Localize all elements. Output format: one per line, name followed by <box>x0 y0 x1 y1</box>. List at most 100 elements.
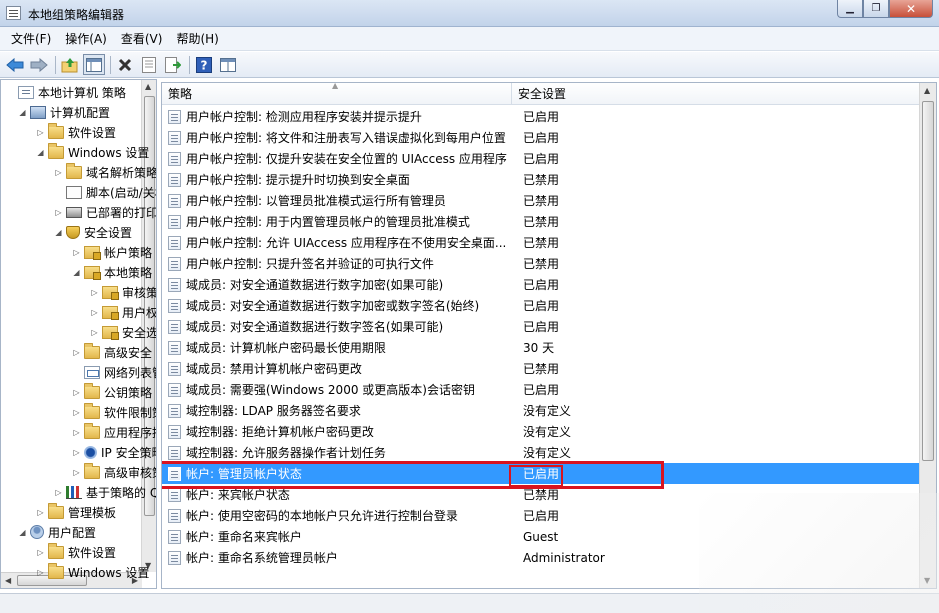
collapsed-arrow-icon[interactable]: ▷ <box>71 448 82 457</box>
policy-name: 用户帐户控制: 仅提升安装在安全位置的 UIAccess 应用程序 <box>186 152 507 166</box>
menu-file[interactable]: 文件(F) <box>4 28 58 49</box>
column-header-security-setting[interactable]: 安全设置 <box>512 83 919 105</box>
console-tree-icon[interactable] <box>83 54 105 75</box>
properties-icon[interactable] <box>138 54 160 75</box>
tree-node[interactable]: ▷ 应用程序控制策略 <box>71 422 156 442</box>
tree-node[interactable]: ▷ 用户权限分配 <box>89 302 156 322</box>
tree-node[interactable]: ▷ 基于策略的 QoS <box>53 482 156 502</box>
policy-row[interactable]: 域成员: 对安全通道数据进行数字加密(如果可能) 已启用 <box>162 274 922 295</box>
list-scroll-thumb[interactable] <box>922 101 934 461</box>
close-button[interactable]: ✕ <box>889 0 933 18</box>
tree-node[interactable]: ◢ 安全设置 <box>53 222 132 242</box>
tree-node[interactable]: ▷ 安全选项 <box>89 322 156 342</box>
expanded-arrow-icon[interactable]: ◢ <box>17 528 28 537</box>
tree-node[interactable]: ◢ 本地策略 <box>71 262 152 282</box>
tree-node[interactable]: 网络列表管理器策略 <box>71 362 156 382</box>
policy-row[interactable]: 域成员: 需要强(Windows 2000 或更高版本)会话密钥 已启用 <box>162 379 922 400</box>
collapsed-arrow-icon[interactable]: ▷ <box>53 488 64 497</box>
policy-row[interactable]: 帐户: 重命名来宾帐户 Guest <box>162 526 922 547</box>
policy-row[interactable]: 帐户: 重命名系统管理员帐户 Administrator <box>162 547 922 568</box>
folder-icon <box>48 142 64 159</box>
policy-row[interactable]: 域控制器: LDAP 服务器签名要求 没有定义 <box>162 400 922 421</box>
scroll-left-arrow-icon[interactable]: ◀ <box>5 576 11 585</box>
policy-row[interactable]: 用户帐户控制: 检测应用程序安装并提示提升 已启用 <box>162 106 922 127</box>
tree-node[interactable]: ▷ 高级安全 Windows 防火墙 <box>71 342 156 362</box>
delete-icon[interactable] <box>114 54 136 75</box>
policy-row[interactable]: 域控制器: 拒绝计算机帐户密码更改 没有定义 <box>162 421 922 442</box>
restore-button[interactable]: ❐ <box>863 0 889 18</box>
scroll-down-arrow-icon[interactable]: ▼ <box>924 576 930 585</box>
folder-icon <box>48 542 64 559</box>
tree-node[interactable]: ▷ 域名解析策略 <box>53 162 156 182</box>
tree-node[interactable]: ▷ 软件设置 <box>35 542 116 562</box>
menu-help[interactable]: 帮助(H) <box>169 28 225 49</box>
tree-node[interactable]: ◢ 用户配置 <box>17 522 96 542</box>
policy-row[interactable]: 帐户: 管理员帐户状态 已启用 <box>162 463 922 484</box>
collapsed-arrow-icon[interactable]: ▷ <box>53 168 64 177</box>
expanded-arrow-icon[interactable]: ◢ <box>17 108 28 117</box>
policy-row[interactable]: 用户帐户控制: 以管理员批准模式运行所有管理员 已禁用 <box>162 190 922 211</box>
tree-node[interactable]: ▷ 公钥策略 <box>71 382 152 402</box>
export-list-icon[interactable] <box>162 54 184 75</box>
policy-row[interactable]: 域控制器: 允许服务器操作者计划任务 没有定义 <box>162 442 922 463</box>
collapsed-arrow-icon[interactable]: ▷ <box>89 288 100 297</box>
expanded-arrow-icon[interactable]: ◢ <box>53 228 64 237</box>
collapsed-arrow-icon[interactable]: ▷ <box>71 408 82 417</box>
policy-row[interactable]: 域成员: 计算机帐户密码最长使用期限 30 天 <box>162 337 922 358</box>
tree-node[interactable]: 脚本(启动/关机) <box>53 182 156 202</box>
tree-node[interactable]: ◢ Windows 设置 <box>35 142 149 162</box>
scroll-up-arrow-icon[interactable]: ▲ <box>145 82 151 91</box>
expanded-arrow-icon[interactable]: ◢ <box>35 148 46 157</box>
tree-node[interactable]: ▷ 高级审核策略配置 <box>71 462 156 482</box>
collapsed-arrow-icon[interactable]: ▷ <box>71 388 82 397</box>
collapsed-arrow-icon[interactable]: ▷ <box>35 548 46 557</box>
expanded-arrow-icon[interactable]: ◢ <box>71 268 82 277</box>
tree-node[interactable]: 本地计算机 策略 <box>5 82 126 102</box>
minimize-button[interactable]: ▁ <box>837 0 863 18</box>
collapsed-arrow-icon[interactable]: ▷ <box>71 468 82 477</box>
menu-action[interactable]: 操作(A) <box>58 28 114 49</box>
policy-row[interactable]: 帐户: 来宾帐户状态 已禁用 <box>162 484 922 505</box>
menu-view[interactable]: 查看(V) <box>114 28 170 49</box>
policy-row[interactable]: 用户帐户控制: 仅提升安装在安全位置的 UIAccess 应用程序 已启用 <box>162 148 922 169</box>
policy-row[interactable]: 用户帐户控制: 提示提升时切换到安全桌面 已禁用 <box>162 169 922 190</box>
policy-row[interactable]: 用户帐户控制: 用于内置管理员帐户的管理员批准模式 已禁用 <box>162 211 922 232</box>
forward-arrow-icon[interactable] <box>28 54 50 75</box>
folder-icon <box>84 342 100 359</box>
extended-view-icon[interactable] <box>217 54 239 75</box>
collapsed-arrow-icon[interactable]: ▷ <box>71 248 82 257</box>
back-arrow-icon[interactable] <box>4 54 26 75</box>
tree-node[interactable]: ▷ 帐户策略 <box>71 242 152 262</box>
tree-node[interactable]: ▷ 审核策略 <box>89 282 156 302</box>
folder-icon <box>84 382 100 399</box>
policy-row[interactable]: 用户帐户控制: 允许 UIAccess 应用程序在不使用安全桌面... 已禁用 <box>162 232 922 253</box>
tree-node[interactable]: ▷ Windows 设置 <box>35 562 149 582</box>
collapsed-arrow-icon[interactable]: ▷ <box>35 568 46 577</box>
policy-row[interactable]: 域成员: 对安全通道数据进行数字加密或数字签名(始终) 已启用 <box>162 295 922 316</box>
collapsed-arrow-icon[interactable]: ▷ <box>53 208 64 217</box>
tree-node[interactable]: ▷ 软件限制策略 <box>71 402 156 422</box>
collapsed-arrow-icon[interactable]: ▷ <box>89 328 100 337</box>
policy-row[interactable]: 帐户: 使用空密码的本地帐户只允许进行控制台登录 已启用 <box>162 505 922 526</box>
policy-name: 域成员: 禁用计算机帐户密码更改 <box>186 362 362 376</box>
policy-row[interactable]: 域成员: 禁用计算机帐户密码更改 已禁用 <box>162 358 922 379</box>
tree-node[interactable]: ▷ 软件设置 <box>35 122 116 142</box>
policy-row[interactable]: 用户帐户控制: 将文件和注册表写入错误虚拟化到每用户位置 已启用 <box>162 127 922 148</box>
help-icon[interactable]: ? <box>193 54 215 75</box>
tree-node[interactable]: ▷ 已部署的打印机 <box>53 202 156 222</box>
collapsed-arrow-icon[interactable]: ▷ <box>71 348 82 357</box>
tree-node[interactable]: ▷ IP 安全策略 <box>71 442 156 462</box>
column-header-policy[interactable]: 策略 ▲ <box>162 83 512 105</box>
tree-node[interactable]: ▷ 管理模板 <box>35 502 116 522</box>
list-vertical-scrollbar[interactable]: ▲ ▼ <box>919 83 936 588</box>
collapsed-arrow-icon[interactable]: ▷ <box>35 508 46 517</box>
policy-row[interactable]: 用户帐户控制: 只提升签名并验证的可执行文件 已禁用 <box>162 253 922 274</box>
scroll-up-arrow-icon[interactable]: ▲ <box>924 86 930 95</box>
up-folder-icon[interactable] <box>59 54 81 75</box>
collapsed-arrow-icon[interactable]: ▷ <box>89 308 100 317</box>
collapsed-arrow-icon[interactable]: ▷ <box>35 128 46 137</box>
policy-row[interactable]: 域成员: 对安全通道数据进行数字签名(如果可能) 已启用 <box>162 316 922 337</box>
tree-node[interactable]: ◢ 计算机配置 <box>17 102 110 122</box>
policy-name: 用户帐户控制: 将文件和注册表写入错误虚拟化到每用户位置 <box>186 131 506 145</box>
collapsed-arrow-icon[interactable]: ▷ <box>71 428 82 437</box>
